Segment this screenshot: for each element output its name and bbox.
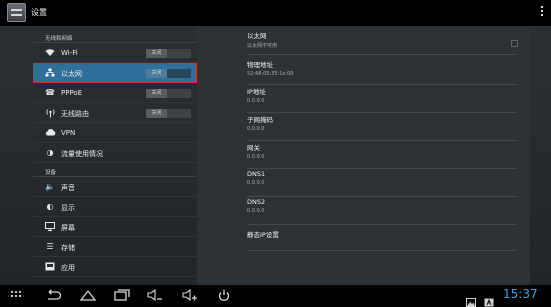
ip-address-value: 0.0.0.0	[247, 98, 265, 104]
sidebar-item-sound[interactable]: 🔈 声音	[33, 177, 197, 197]
app-title: 设置	[31, 8, 47, 17]
ethernet-title: 以太网	[247, 32, 267, 40]
netmask-value: 0.0.0.0	[247, 126, 265, 132]
gallery-notification-icon	[466, 292, 476, 307]
sidebar-item-apps[interactable]: 应用	[33, 257, 197, 277]
netmask-row: 子网掩码 0.0.0.0	[247, 114, 517, 141]
static-ip-settings-row[interactable]: 静态IP设置	[247, 229, 517, 251]
speaker-icon: 🔈	[45, 182, 55, 191]
section-header-wireless: 无线和网络	[33, 29, 197, 43]
data-usage-icon: ◑	[46, 148, 54, 157]
dns2-value: 0.0.0.0	[247, 208, 265, 214]
settings-content: 无线和网络 Wi-Fi 关闭 以太网 关闭 ☎ PPPoE 关闭 无线路由 关闭…	[0, 26, 551, 285]
dns2-row: DNS2 0.0.0.0	[247, 198, 517, 225]
dns1-value: 0.0.0.0	[247, 180, 265, 186]
sidebar-item-label: VPN	[61, 129, 76, 137]
sidebar-item-hotspot[interactable]: 无线路由 关闭	[33, 103, 197, 123]
hotspot-icon	[44, 108, 56, 118]
brightness-icon: ◐	[46, 202, 54, 211]
sidebar-item-label: 声音	[61, 184, 75, 192]
sidebar-item-label: 屏幕	[61, 224, 75, 232]
dns2-label: DNS2	[247, 198, 266, 206]
sidebar-item-data-usage[interactable]: ◑ 流量使用情况	[33, 143, 197, 163]
cloud-icon	[44, 128, 56, 138]
ethernet-checkbox[interactable]	[511, 40, 518, 47]
ethernet-status: 以太网不可用	[247, 43, 278, 49]
sidebar-item-label: Wi-Fi	[61, 49, 78, 57]
sidebar-item-label: 流量使用情况	[61, 150, 103, 158]
sidebar-item-label: 应用	[61, 264, 75, 272]
netmask-label: 子网掩码	[247, 116, 273, 124]
static-ip-settings-label: 静态IP设置	[247, 231, 279, 239]
volume-up-icon[interactable]	[182, 288, 198, 303]
hotspot-toggle[interactable]: 关闭	[146, 109, 191, 118]
gateway-row: 网关 0.0.0.0	[247, 142, 517, 169]
mac-address-row: 物理地址 52:48:05:35:1e:00	[247, 59, 517, 85]
dns1-label: DNS1	[247, 170, 266, 178]
pppoe-toggle[interactable]: 关闭	[146, 89, 191, 98]
sidebar-item-label: 无线路由	[61, 110, 89, 118]
wifi-toggle[interactable]: 关闭	[146, 49, 191, 58]
sidebar-item-label: 存储	[61, 244, 75, 252]
sidebar-item-ethernet[interactable]: 以太网 关闭	[33, 63, 197, 83]
settings-sidebar: 无线和网络 Wi-Fi 关闭 以太网 关闭 ☎ PPPoE 关闭 无线路由 关闭…	[33, 29, 197, 285]
recent-apps-icon[interactable]	[114, 289, 130, 303]
sidebar-item-vpn[interactable]: VPN	[33, 123, 197, 143]
clock: 15:37	[503, 287, 538, 301]
gateway-value: 0.0.0.0	[247, 154, 265, 160]
all-apps-icon[interactable]	[11, 291, 21, 301]
action-bar: 设置	[0, 0, 551, 26]
settings-app-icon[interactable]	[7, 3, 26, 22]
ethernet-icon	[44, 68, 56, 78]
ethernet-details-pane: 以太网 以太网不可用 物理地址 52:48:05:35:1e:00 IP地址 0…	[197, 26, 530, 285]
ip-address-label: IP地址	[247, 88, 266, 96]
mac-address-label: 物理地址	[247, 61, 273, 69]
storage-icon: ☰	[46, 242, 54, 251]
sidebar-item-display[interactable]: ◐ 显示	[33, 197, 197, 217]
dns1-row: DNS1 0.0.0.0	[247, 170, 517, 197]
phone-icon: ☎	[45, 88, 55, 97]
sidebar-item-label: PPPoE	[61, 89, 83, 97]
ip-address-row: IP地址 0.0.0.0	[247, 86, 517, 113]
sidebar-item-pppoe[interactable]: ☎ PPPoE 关闭	[33, 83, 197, 103]
back-icon[interactable]	[45, 289, 62, 303]
sidebar-item-storage[interactable]: ☰ 存储	[33, 237, 197, 257]
volume-down-icon[interactable]	[147, 288, 163, 303]
monitor-icon	[44, 222, 56, 232]
section-header-device: 设备	[33, 163, 197, 177]
sidebar-item-screen[interactable]: 屏幕	[33, 217, 197, 237]
wifi-icon	[44, 48, 56, 58]
ethernet-toggle[interactable]: 关闭	[146, 69, 191, 78]
mac-address-value: 52:48:05:35:1e:00	[247, 71, 294, 77]
gateway-label: 网关	[247, 144, 260, 152]
overflow-menu-icon[interactable]	[539, 4, 545, 20]
navigation-bar: 15:37	[0, 285, 551, 307]
android-notification-icon	[484, 292, 494, 307]
apps-icon	[44, 262, 56, 272]
sidebar-item-label: 显示	[61, 204, 75, 212]
ethernet-enable-row[interactable]: 以太网 以太网不可用	[247, 30, 518, 55]
sidebar-item-wifi[interactable]: Wi-Fi 关闭	[33, 43, 197, 63]
home-icon[interactable]	[79, 289, 97, 303]
power-icon[interactable]	[217, 289, 231, 303]
sidebar-item-label: 以太网	[61, 70, 82, 78]
